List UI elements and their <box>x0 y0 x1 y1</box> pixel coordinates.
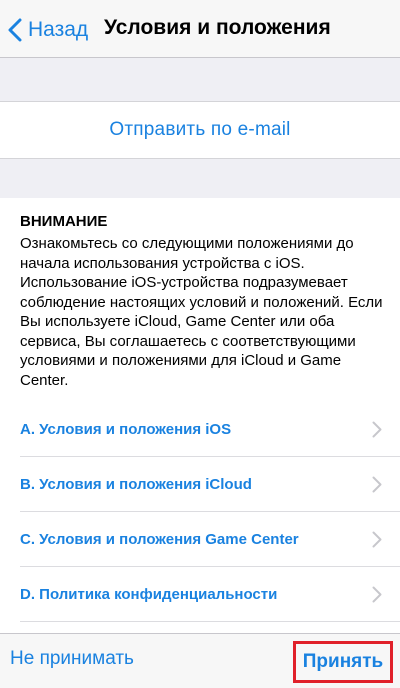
terms-item-label: A. Условия и положения iOS <box>20 421 232 438</box>
bottom-toolbar: Не принимать Принять <box>0 633 400 688</box>
terms-list: A. Условия и положения iOS B. Условия и … <box>0 402 400 622</box>
chevron-right-icon <box>372 476 382 493</box>
chevron-left-icon <box>8 18 22 42</box>
accept-button-label: Принять <box>302 651 384 672</box>
chevron-right-icon <box>372 531 382 548</box>
section-spacer-middle <box>0 158 400 198</box>
terms-item-privacy-policy[interactable]: D. Политика конфиденциальности <box>0 567 400 622</box>
chevron-right-icon <box>372 586 382 603</box>
accept-button[interactable]: Принять <box>293 641 393 683</box>
terms-notice: ВНИМАНИЕ Ознакомьтесь со следующими поло… <box>20 212 392 390</box>
notice-body: Ознакомьтесь со следующими положениями д… <box>20 235 383 389</box>
terms-item-label: D. Политика конфиденциальности <box>20 586 278 603</box>
send-by-email-button[interactable]: Отправить по e-mail <box>0 102 400 158</box>
page-title: Условия и положения <box>104 16 331 39</box>
chevron-right-icon <box>372 421 382 438</box>
terms-item-label: B. Условия и положения iCloud <box>20 476 252 493</box>
terms-item-icloud[interactable]: B. Условия и положения iCloud <box>0 457 400 512</box>
terms-item-label: C. Условия и положения Game Center <box>20 531 299 548</box>
back-button[interactable]: Назад <box>8 13 88 47</box>
section-spacer-top <box>0 58 400 102</box>
navigation-bar: Назад Условия и положения <box>0 0 400 58</box>
terms-item-ios[interactable]: A. Условия и положения iOS <box>0 402 400 457</box>
send-by-email-label: Отправить по e-mail <box>109 119 291 140</box>
decline-button[interactable]: Не принимать <box>10 648 134 670</box>
notice-heading: ВНИМАНИЕ <box>20 213 108 230</box>
terms-item-game-center[interactable]: C. Условия и положения Game Center <box>0 512 400 567</box>
back-button-label: Назад <box>28 18 89 41</box>
